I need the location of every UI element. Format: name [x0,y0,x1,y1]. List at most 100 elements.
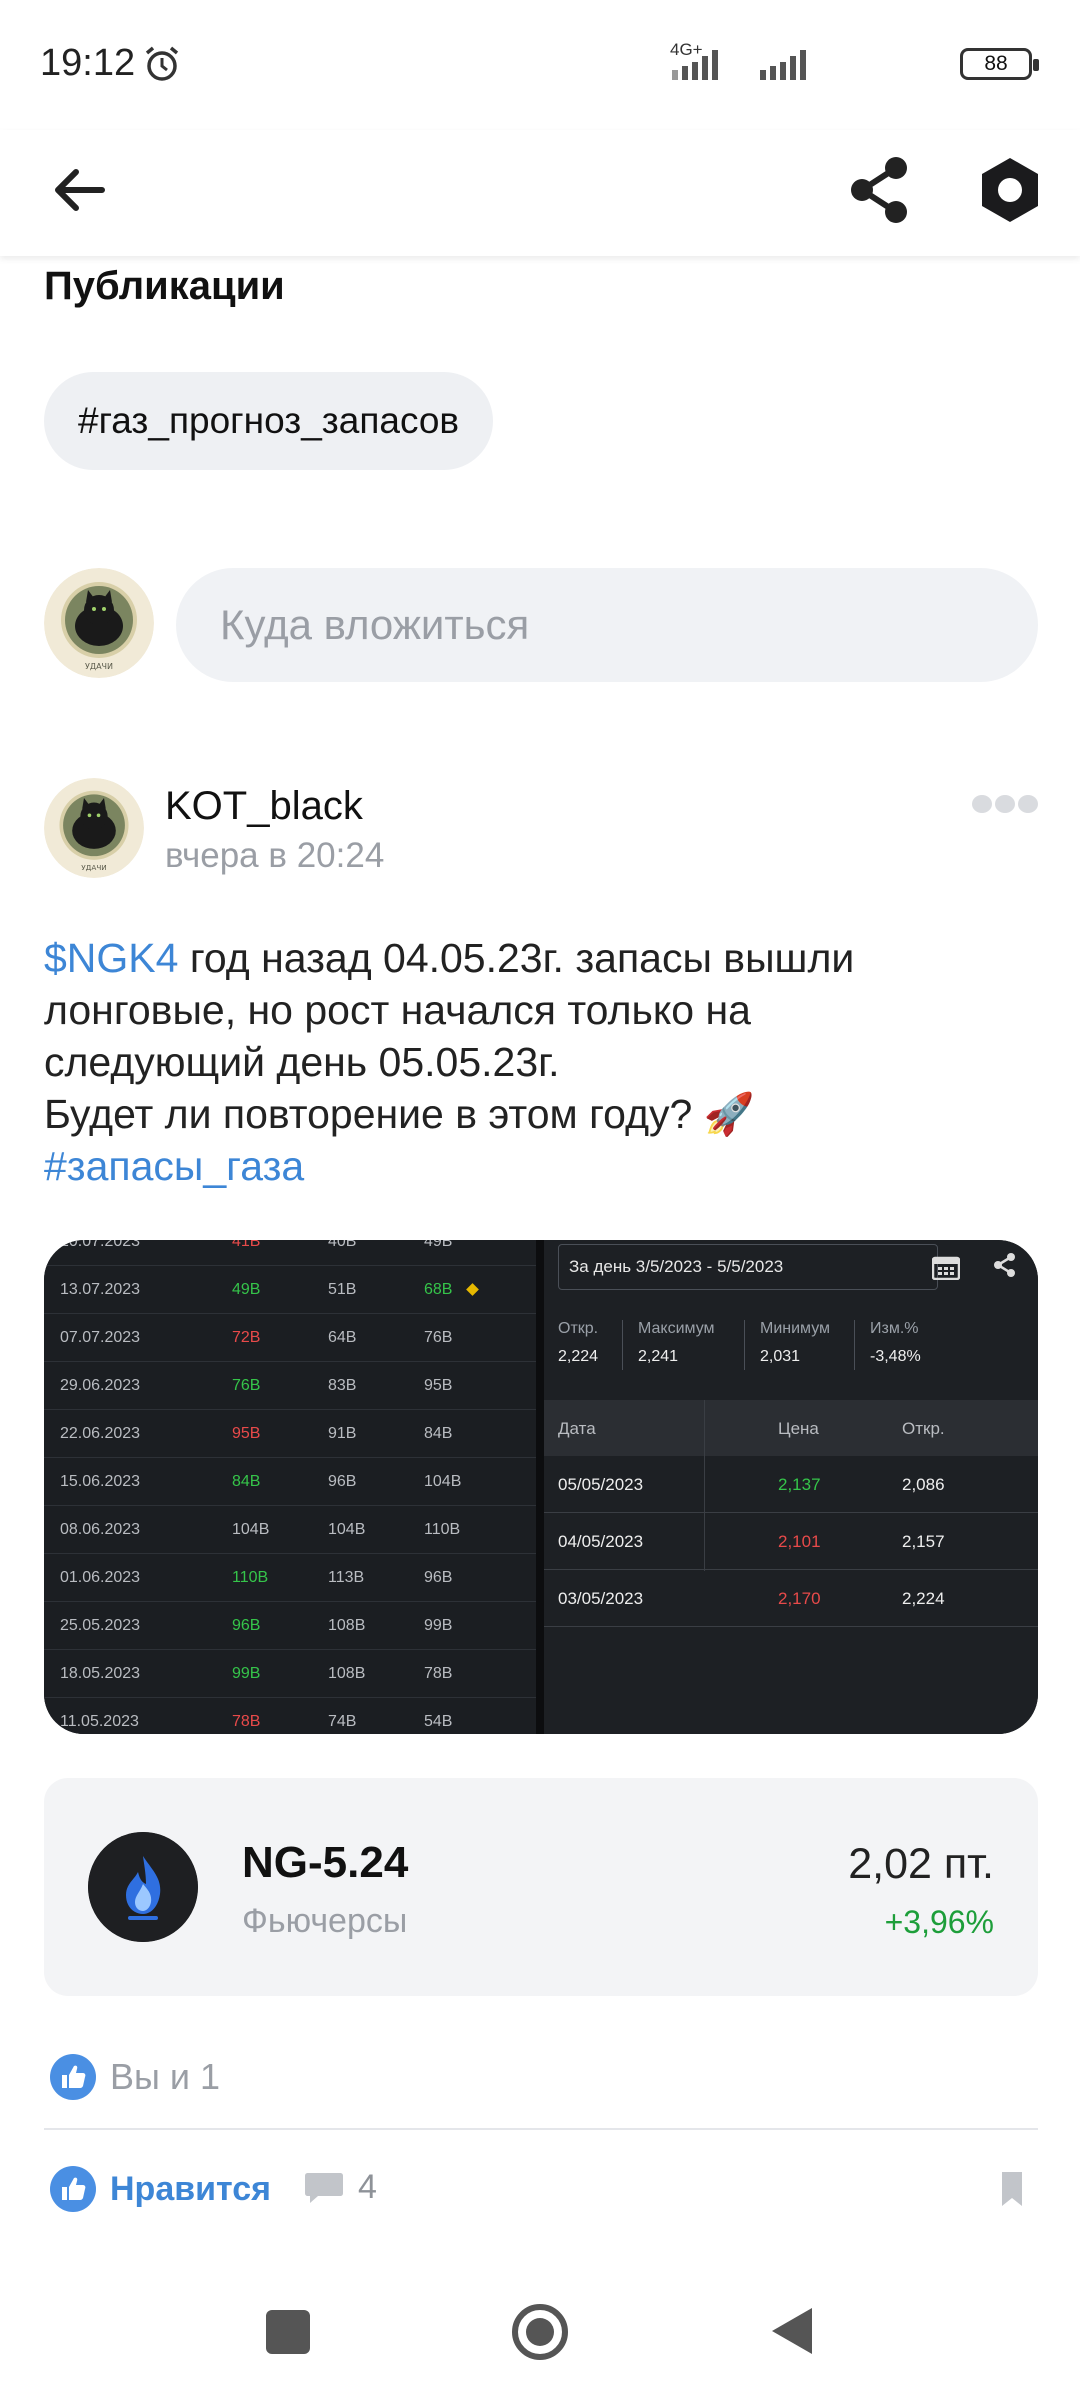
table-cell: 20.07.2023 [60,1240,141,1250]
comments-button[interactable]: 4 [304,2164,414,2220]
post-time: вчера в 20:24 [165,836,385,875]
table-cell: 104B [328,1521,366,1538]
column-header: Цена [778,1419,819,1438]
table-cell: 08.06.2023 [60,1521,141,1538]
ticker-link[interactable]: $NGK4 [44,935,178,981]
battery-level: 88 [984,52,1008,75]
table-row: 03/05/2023 2,170 2,224 [544,1570,1038,1627]
likes-text: Вы и 1 [110,2056,221,2097]
table-cell: 110B [424,1521,461,1538]
stat-label: Изм.% [870,1320,919,1337]
stat-label: Минимум [760,1320,831,1337]
table-cell: 03/05/2023 [558,1589,644,1608]
stat-value: 2,031 [760,1348,801,1365]
hashtag-link[interactable]: #запасы_газа [44,1140,1044,1192]
share-icon[interactable] [838,148,922,232]
user-avatar[interactable]: УДАЧИ [44,568,154,678]
table-cell: 108B [328,1665,366,1682]
table-cell: 2,170 [778,1589,821,1608]
date-range-field: За день 3/5/2023 - 5/5/2023 [558,1244,938,1290]
settings-icon[interactable] [968,148,1052,232]
image-divider [536,1240,544,1734]
table-cell: 76B [232,1377,261,1394]
thumbs-up-icon [50,2054,96,2100]
table-row: 20.07.2023 41B 40B 49B [44,1240,536,1266]
table-row: 22.06.2023 95B 91B 84B [44,1410,536,1458]
table-cell: 104B [232,1521,270,1538]
share-icon [994,1253,1015,1277]
table-cell: 78B [424,1665,453,1682]
table-cell: 99B [424,1617,453,1634]
table-cell: 2,224 [902,1589,945,1608]
post-body: $NGK4 год назад 04.05.23г. запасы вышли … [44,932,1044,1192]
post-text-line: Будет ли повторение в этом году? 🚀 [44,1091,755,1137]
post-image[interactable]: 20.07.2023 41B 40B 49B 13.07.2023 49B 51B 68B 07… [44,1240,1038,1734]
table-row: 15.06.2023 84B 96B 104B [44,1458,536,1506]
price-history-panel: За день 3/5/2023 - 5/5/2023 Откр. 2,224 … [544,1240,1038,1734]
gas-flame-icon [88,1832,198,1942]
table-cell: 99B [232,1665,261,1682]
table-row: 18.05.2023 99B 108B 78B [44,1650,536,1698]
more-options-icon[interactable] [970,790,1040,818]
table-row: 29.06.2023 76B 83B 95B [44,1362,536,1410]
recent-apps-button[interactable] [266,2310,310,2354]
table-cell: 108B [328,1617,366,1634]
avatar-caption: УДАЧИ [81,863,107,872]
instrument-name: NG-5.24 [242,1838,409,1887]
column-divider [704,1400,705,1571]
stat-value: 2,224 [558,1348,599,1365]
table-cell: 110B [232,1569,269,1586]
table-cell: 15.06.2023 [60,1473,141,1490]
stat-divider [622,1320,623,1370]
stat-label: Максимум [638,1320,715,1337]
status-time: 19:12 [40,42,136,84]
table-cell: 40B [328,1240,357,1250]
table-cell: 83B [328,1377,357,1394]
table-cell: 49B [424,1240,453,1250]
table-cell: 96B [232,1617,261,1634]
table-cell: 84B [232,1473,261,1490]
author-avatar[interactable]: УДАЧИ [44,778,144,878]
table-cell: 22.06.2023 [60,1425,141,1442]
table-row: 11.05.2023 78B 74B 54B [44,1698,536,1734]
table-cell: 96B [328,1473,357,1490]
page-title: Публикации [44,264,285,308]
column-header: Откр. [902,1419,945,1438]
alarm-icon [145,46,179,81]
back-arrow-icon[interactable] [40,150,120,230]
stat-divider [744,1320,745,1370]
table-cell: 25.05.2023 [60,1617,141,1634]
table-cell: 78B [232,1713,261,1730]
table-cell: 2,157 [902,1532,945,1551]
tag-chip[interactable]: #газ_прогноз_запасов [44,372,494,470]
system-back-button[interactable] [766,2304,816,2358]
table-cell: 64B [328,1329,357,1346]
table-row: 01.06.2023 110B 113B 96B [44,1554,536,1602]
table-cell: 07.07.2023 [60,1329,141,1346]
table-cell: 104B [424,1473,462,1490]
storage-report-table: 20.07.2023 41B 40B 49B 13.07.2023 49B 51B 68B 07… [44,1240,536,1734]
comment-icon [305,2173,343,2203]
signal-icon: 4G+ [670,40,860,84]
post-text-line: следующий день 05.05.23г. [44,1039,560,1085]
instrument-price: 2,02 пт. [848,1840,994,1888]
stat-label: Откр. [558,1320,599,1337]
author-name[interactable]: KOT_black [165,784,363,829]
status-bar: 19:12 4G+ 88 [0,0,1080,130]
home-button[interactable] [510,2302,570,2362]
table-cell: 113B [328,1569,365,1586]
table-cell: 54B [424,1713,453,1730]
instrument-card[interactable]: NG-5.24 Фьючерсы 2,02 пт. +3,96% [44,1778,1038,1996]
table-cell: 95B [424,1377,453,1394]
table-cell: 95B [232,1425,261,1442]
table-row: 25.05.2023 96B 108B 99B [44,1602,536,1650]
like-button[interactable]: Нравится [44,2160,274,2220]
bookmark-icon[interactable] [992,2164,1032,2214]
post-text-line: лонговые, но рост начался только на [44,987,751,1033]
column-header: Дата [558,1419,596,1438]
table-cell: 2,137 [778,1475,821,1494]
post-text-line: год назад 04.05.23г. запасы вышли [178,935,855,981]
instrument-change: +3,96% [884,1904,994,1940]
post-composer-input[interactable]: Куда вложиться [176,568,1038,682]
divider [44,2128,1038,2130]
